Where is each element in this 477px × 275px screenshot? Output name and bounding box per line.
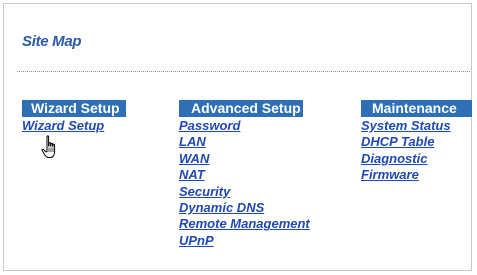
list-item: Dynamic DNS — [179, 200, 310, 216]
maintenance-column: Maintenance System Status DHCP Table Dia… — [361, 100, 472, 184]
link-dynamic-dns[interactable]: Dynamic DNS — [179, 200, 264, 215]
link-remote-management[interactable]: Remote Management — [179, 216, 310, 231]
list-item: DHCP Table — [361, 134, 472, 150]
maintenance-heading: Maintenance — [361, 100, 472, 117]
link-upnp[interactable]: UPnP — [179, 233, 214, 248]
list-item: Password — [179, 118, 310, 134]
list-item: LAN — [179, 134, 310, 150]
advanced-setup-heading: Advanced Setup — [179, 100, 303, 117]
wizard-setup-column: Wizard Setup Wizard Setup — [22, 100, 126, 134]
link-wan[interactable]: WAN — [179, 151, 209, 166]
wizard-setup-heading: Wizard Setup — [22, 100, 126, 117]
list-item: System Status — [361, 118, 472, 134]
title-divider — [17, 71, 470, 72]
site-map-panel: Site Map Wizard Setup Wizard Setup Advan… — [3, 3, 472, 271]
list-item: Remote Management — [179, 216, 310, 232]
link-dhcp-table[interactable]: DHCP Table — [361, 134, 434, 149]
wizard-setup-links: Wizard Setup — [22, 118, 126, 134]
list-item: Wizard Setup — [22, 118, 126, 134]
link-system-status[interactable]: System Status — [361, 118, 451, 133]
link-nat[interactable]: NAT — [179, 167, 205, 182]
list-item: Security — [179, 184, 310, 200]
list-item: UPnP — [179, 233, 310, 249]
list-item: Diagnostic — [361, 151, 472, 167]
advanced-setup-column: Advanced Setup Password LAN WAN NAT Secu… — [179, 100, 310, 249]
maintenance-links: System Status DHCP Table Diagnostic Firm… — [361, 118, 472, 184]
list-item: NAT — [179, 167, 310, 183]
link-diagnostic[interactable]: Diagnostic — [361, 151, 427, 166]
list-item: Firmware — [361, 167, 472, 183]
list-item: WAN — [179, 151, 310, 167]
link-firmware[interactable]: Firmware — [361, 167, 419, 182]
page-title: Site Map — [22, 33, 82, 50]
link-lan[interactable]: LAN — [179, 134, 206, 149]
hand-pointer-icon — [41, 135, 56, 158]
advanced-setup-links: Password LAN WAN NAT Security Dynamic DN… — [179, 118, 310, 249]
link-security[interactable]: Security — [179, 184, 230, 199]
link-wizard-setup[interactable]: Wizard Setup — [22, 118, 104, 133]
link-password[interactable]: Password — [179, 118, 240, 133]
